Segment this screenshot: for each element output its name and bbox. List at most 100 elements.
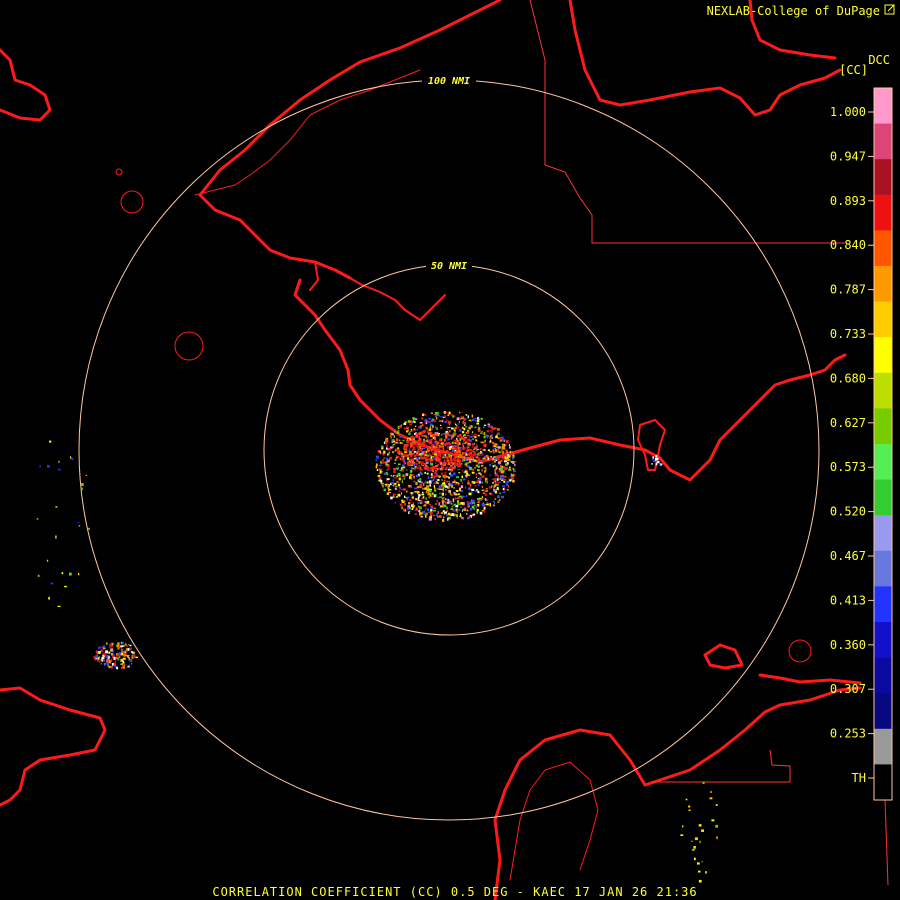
echo-gate [135, 656, 138, 658]
legend-tick-label: 0.787 [830, 283, 866, 297]
lake-marker [115, 168, 123, 176]
echo-gate [408, 502, 411, 505]
echo-gate [102, 655, 105, 657]
echo-gate [448, 455, 452, 458]
echo-gate [479, 481, 481, 484]
echo-gate [457, 493, 461, 495]
echo-gate [420, 499, 423, 503]
echo-gate [460, 502, 463, 505]
echo-gate [440, 434, 443, 436]
echo-gate [111, 650, 113, 653]
echo-gate [431, 479, 434, 482]
echo-gate [429, 441, 433, 445]
echo-gate [490, 439, 492, 443]
echo-gate [418, 505, 420, 508]
echo-gate [419, 466, 422, 470]
echo-gate [429, 484, 432, 487]
echo-gate [416, 458, 420, 460]
echo-gate [124, 653, 127, 655]
echo-gate [467, 415, 469, 419]
echo-gate [443, 479, 446, 481]
echo-gate [386, 478, 390, 480]
echo-gate [484, 424, 487, 426]
echo-gate [452, 415, 455, 418]
echo-gate [448, 447, 451, 451]
echo-gate [476, 419, 480, 423]
echo-gate [474, 447, 477, 450]
echo-gate [402, 453, 405, 456]
echo-gate [47, 465, 50, 468]
echo-gate [461, 452, 464, 455]
echo-gate [463, 440, 464, 443]
echo-gate [413, 466, 416, 468]
echo-gate [494, 473, 498, 477]
echo-gate [120, 645, 123, 648]
echo-gate [401, 453, 403, 456]
echo-gate [423, 510, 426, 513]
legend-swatch [874, 764, 892, 801]
echo-gate [394, 477, 397, 479]
echo-gate [417, 447, 419, 449]
echo-gate [423, 453, 425, 457]
legend-ticks: 1.000 0.947 0.893 0.840 0.787 0.733 0.680 0.627… [830, 105, 874, 785]
echo-gate [466, 438, 470, 442]
echo-gate [482, 461, 484, 465]
echo-gate [469, 483, 472, 487]
echo-gate [659, 463, 661, 466]
echo-gate [468, 516, 470, 519]
echo-gate [454, 459, 457, 462]
echo-gate [508, 477, 510, 480]
echo-gate [458, 454, 462, 457]
echo-gate [490, 492, 493, 496]
echo-gate [440, 427, 443, 429]
echo-gate [701, 829, 704, 832]
echo-gate [383, 441, 385, 444]
echo-gate [461, 469, 464, 472]
echo-gate [430, 515, 432, 517]
echo-gate [455, 448, 458, 451]
echo-gate [452, 462, 454, 465]
echo-gate [439, 492, 441, 495]
legend-swatch [874, 266, 892, 303]
echo-gate [383, 450, 385, 454]
echo-gate [122, 657, 126, 660]
echo-gate [499, 437, 502, 440]
echo-gate [406, 498, 409, 501]
echo-gate [448, 476, 450, 479]
echo-gate [405, 445, 407, 449]
echo-gate [425, 426, 428, 430]
echo-gate [444, 500, 446, 503]
echo-gate [505, 463, 508, 466]
echo-gate [108, 660, 111, 663]
echo-gate [440, 424, 442, 426]
echo-gate [401, 475, 403, 478]
echo-gate [399, 486, 401, 490]
echo-gate [510, 461, 514, 463]
echo-gate [473, 443, 475, 445]
echo-gate [450, 437, 453, 440]
echo-gate [450, 503, 453, 505]
echo-gate [510, 452, 513, 455]
echo-gate [501, 452, 504, 455]
echo-gate [440, 416, 443, 418]
echo-gate [508, 459, 511, 461]
echo-gate [471, 488, 475, 491]
echo-gate [457, 500, 459, 504]
echo-gate [479, 448, 482, 451]
echo-gate [472, 431, 474, 434]
echo-gate [475, 464, 477, 467]
echo-gate [435, 425, 437, 429]
ring-label-100: 100 NMI [428, 76, 470, 87]
coastline-south [493, 686, 862, 900]
legend-tick-label: 0.733 [830, 327, 866, 341]
echo-gate [471, 471, 475, 474]
echo-gate [388, 492, 392, 494]
external-link-icon[interactable] [884, 4, 895, 15]
echo-gate [503, 444, 506, 447]
echo-gate [453, 432, 455, 435]
echo-gate [434, 455, 437, 458]
echo-gate [454, 496, 456, 500]
echo-gate [459, 513, 462, 517]
echo-gate [461, 411, 463, 413]
echo-gate [411, 461, 414, 465]
